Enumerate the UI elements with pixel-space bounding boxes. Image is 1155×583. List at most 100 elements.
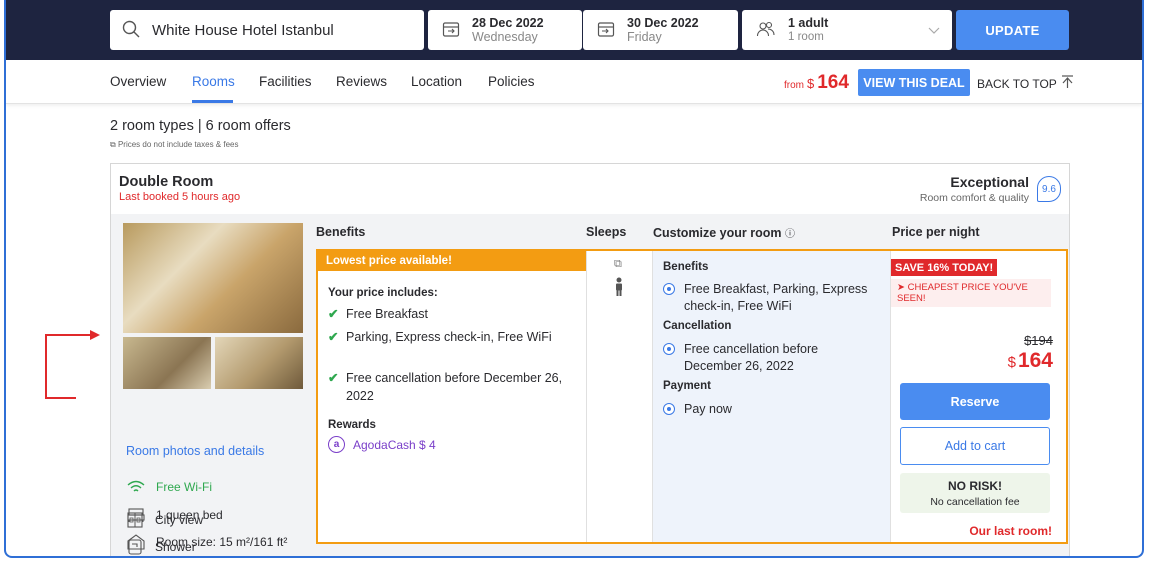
price-value: 164 <box>1017 349 1053 372</box>
info-icon[interactable]: ⓘ <box>785 229 795 240</box>
customize-benefits-title: Benefits <box>663 261 709 273</box>
room-tabs: Overview Rooms Facilities Reviews Locati… <box>6 60 1142 104</box>
rating-word: Exceptional <box>950 174 1029 190</box>
checkin-date: 28 Dec 2022 <box>472 15 544 30</box>
no-risk-title: NO RISK! <box>948 479 1002 493</box>
guests-selector[interactable]: 1 adult 1 room <box>742 10 952 50</box>
reserve-button[interactable]: Reserve <box>900 383 1050 420</box>
original-price: $194 <box>1024 333 1053 348</box>
room-card: Double Room Last booked 5 hours ago Exce… <box>110 163 1070 556</box>
cancellation-option[interactable]: Free cancellation before December 26, 20… <box>663 341 863 375</box>
price-currency: $ <box>1007 354 1016 371</box>
checkin-day: Wednesday <box>472 29 538 44</box>
include-item: ✔ Free cancellation before December 26, … <box>328 371 563 403</box>
no-risk-subtitle: No cancellation fee <box>930 496 1020 508</box>
guests-count: 1 adult <box>788 15 829 30</box>
feature-wifi: Free Wi-Fi <box>126 480 212 494</box>
benefits-option[interactable]: Free Breakfast, Parking, Express check-i… <box>663 281 878 315</box>
city-view-icon <box>125 512 145 528</box>
room-name: Double Room <box>119 174 214 190</box>
rating-score: 9.6 <box>1037 176 1061 202</box>
search-icon <box>122 20 140 41</box>
room-offer: Lowest price available! Your price inclu… <box>316 249 1068 544</box>
col-customize: Customize your room ⓘ <box>653 226 795 240</box>
rating-subtitle: Room comfort & quality <box>919 192 1029 204</box>
room-summary: 2 room types | 6 room offers <box>110 118 291 134</box>
cheapest-price-note: ➤ CHEAPEST PRICE YOU'VE SEEN! <box>891 279 1051 307</box>
include-item: ✔ Free Breakfast <box>328 307 428 321</box>
last-room-note: Our last room! <box>969 524 1052 538</box>
discounted-price: $ 164 <box>1008 349 1053 373</box>
offer-sleeps: ⧉ <box>586 251 653 542</box>
guests-icon <box>756 20 776 41</box>
view-deal-button[interactable]: VIEW THIS DEAL <box>858 69 970 96</box>
person-icon <box>614 277 624 300</box>
room-photo-main[interactable] <box>123 223 303 333</box>
from-price-value: 164 <box>817 72 849 93</box>
shower-icon <box>125 539 145 555</box>
lowest-price-banner: Lowest price available! <box>318 251 586 271</box>
col-sleeps: Sleeps <box>586 225 627 239</box>
payment-option[interactable]: Pay now <box>663 401 732 418</box>
from-currency: $ <box>807 76 815 91</box>
room-photo-thumb[interactable] <box>215 337 303 389</box>
add-to-cart-button[interactable]: Add to cart <box>900 427 1050 465</box>
copy-icon: ⧉ <box>110 140 116 149</box>
calendar-out-icon <box>597 20 615 41</box>
radio-selected[interactable] <box>663 283 675 295</box>
copy-icon: ⧉ <box>614 258 622 270</box>
arrow-up-icon <box>1061 75 1074 92</box>
radio-selected[interactable] <box>663 343 675 355</box>
agodacash-reward[interactable]: a AgodaCash $ 4 <box>328 436 436 453</box>
annotation-arrow <box>45 330 100 399</box>
checkout-date: 30 Dec 2022 <box>627 15 699 30</box>
update-button[interactable]: UPDATE <box>956 10 1069 50</box>
feature-city-view: City view <box>125 512 203 528</box>
check-icon: ✔ <box>328 330 339 344</box>
tab-rooms[interactable]: Rooms <box>192 74 235 89</box>
from-price: from $ 164 <box>784 72 849 94</box>
room-card-header: Double Room Last booked 5 hours ago Exce… <box>111 164 1069 214</box>
include-item: ✔ Parking, Express check-in, Free WiFi <box>328 330 552 344</box>
last-booked: Last booked 5 hours ago <box>119 191 241 203</box>
from-label: from <box>784 80 804 91</box>
back-to-top-label: BACK TO TOP <box>977 76 1057 91</box>
checkout-day: Friday <box>627 29 662 44</box>
tax-note: ⧉ Prices do not include taxes & fees <box>110 140 239 149</box>
col-benefits: Benefits <box>316 225 366 239</box>
rewards-title: Rewards <box>328 419 376 431</box>
agodacash-icon: a <box>328 436 345 453</box>
tag-icon: ➤ <box>897 282 905 293</box>
back-to-top-link[interactable]: BACK TO TOP <box>977 75 1074 92</box>
search-query: White House Hotel Istanbul <box>152 21 334 39</box>
customize-cancellation-title: Cancellation <box>663 320 732 332</box>
feature-shower: Shower <box>125 539 196 555</box>
calendar-in-icon <box>442 20 460 41</box>
search-input[interactable]: White House Hotel Istanbul <box>110 10 424 50</box>
offer-price: SAVE 16% TODAY! ➤ CHEAPEST PRICE YOU'VE … <box>891 251 1068 542</box>
customize-payment-title: Payment <box>663 380 711 392</box>
includes-title: Your price includes: <box>328 287 438 299</box>
active-tab-indicator <box>192 100 233 103</box>
tab-location[interactable]: Location <box>411 74 462 89</box>
checkout-date-picker[interactable]: 30 Dec 2022 Friday <box>583 10 738 50</box>
tab-facilities[interactable]: Facilities <box>259 74 312 89</box>
chevron-down-icon <box>928 23 940 38</box>
browser-frame: White House Hotel Istanbul 28 Dec 2022 W… <box>4 0 1144 558</box>
col-price: Price per night <box>892 225 980 239</box>
tab-reviews[interactable]: Reviews <box>336 74 387 89</box>
offer-benefits: Lowest price available! Your price inclu… <box>318 251 586 542</box>
offer-customize: Benefits Free Breakfast, Parking, Expres… <box>653 251 891 542</box>
room-photos-link[interactable]: Room photos and details <box>126 444 264 458</box>
tab-overview[interactable]: Overview <box>110 74 166 89</box>
search-bar: White House Hotel Istanbul 28 Dec 2022 W… <box>6 0 1142 60</box>
save-badge: SAVE 16% TODAY! <box>891 259 998 276</box>
tab-policies[interactable]: Policies <box>488 74 535 89</box>
checkin-date-picker[interactable]: 28 Dec 2022 Wednesday <box>428 10 582 50</box>
no-risk-note: NO RISK! No cancellation fee <box>900 473 1050 513</box>
rooms-count: 1 room <box>788 30 824 43</box>
room-photo-thumb[interactable] <box>123 337 211 389</box>
radio-selected[interactable] <box>663 403 675 415</box>
wifi-icon <box>126 480 146 494</box>
check-icon: ✔ <box>328 307 339 321</box>
